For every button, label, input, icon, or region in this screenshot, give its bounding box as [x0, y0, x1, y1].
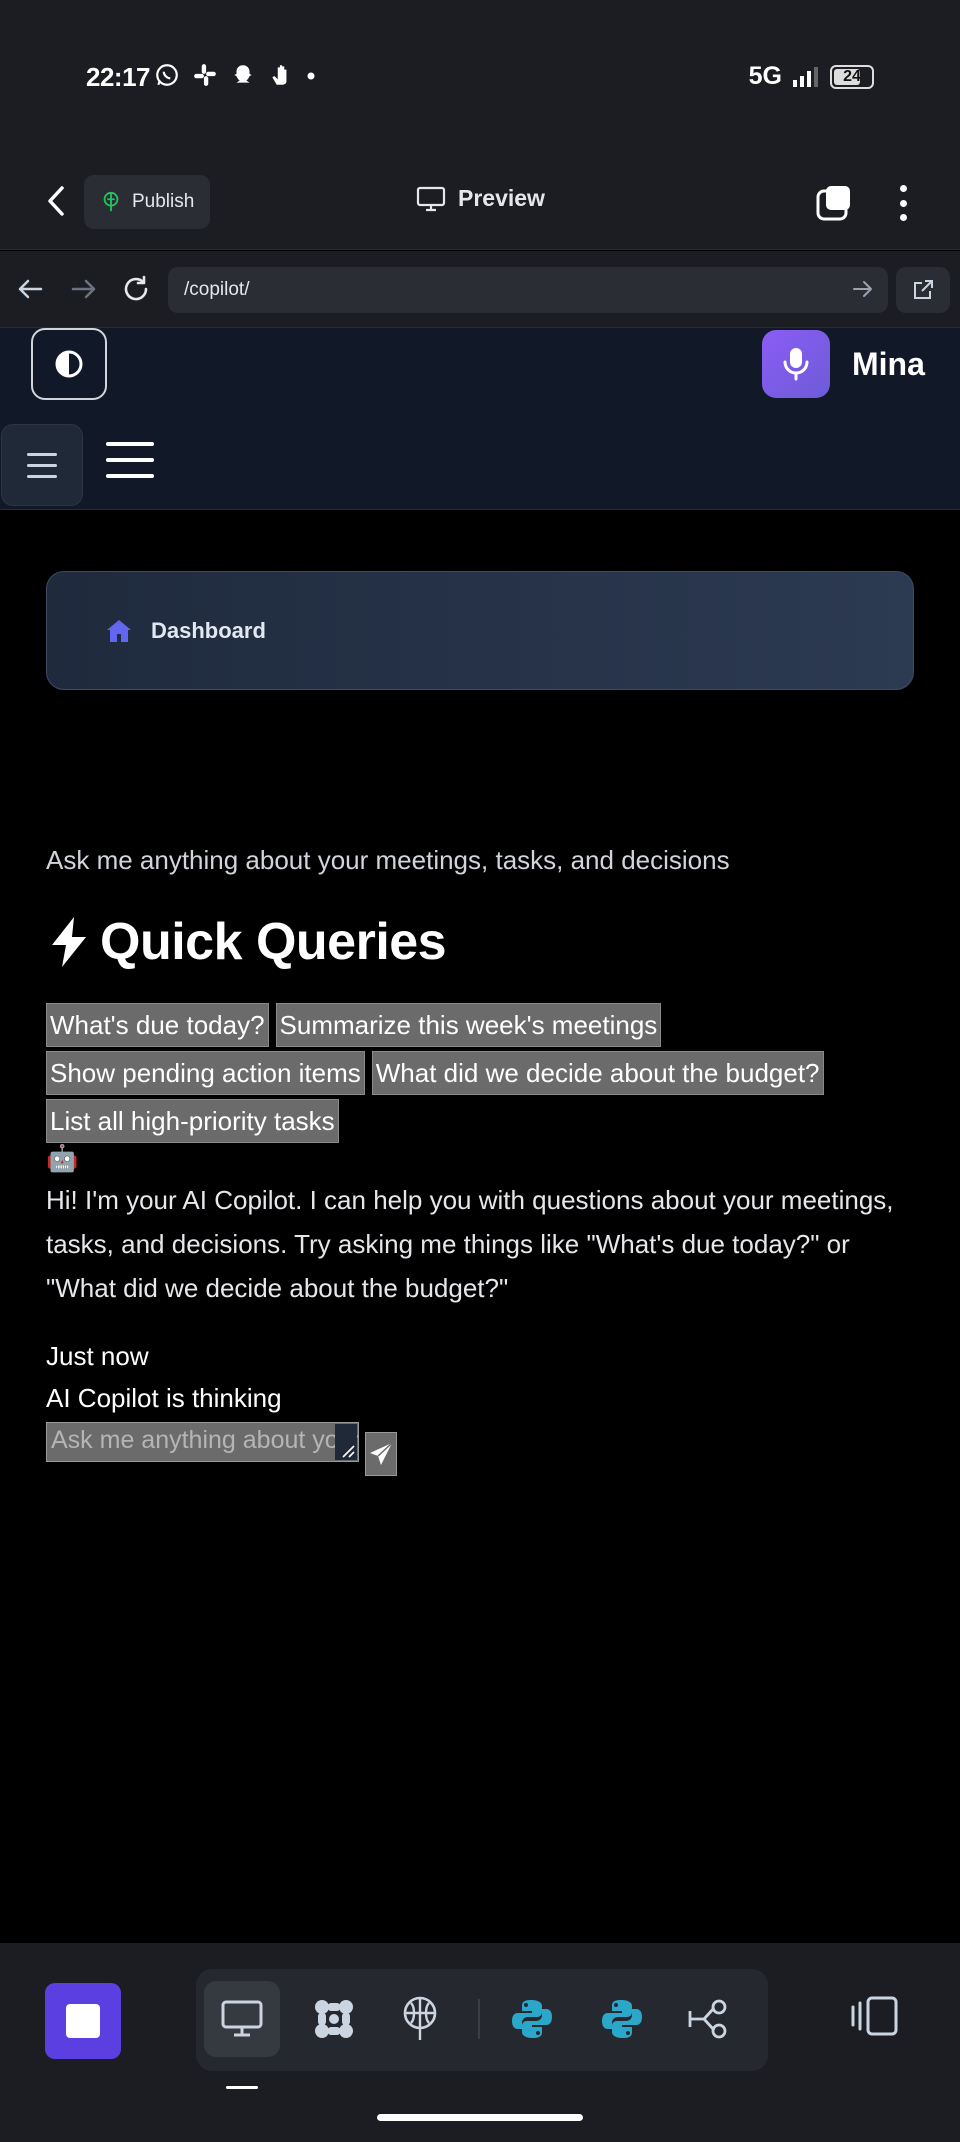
- dashboard-label: Dashboard: [151, 617, 266, 643]
- battery-level: 24: [843, 67, 861, 85]
- bot-avatar-icon: 🤖: [46, 1143, 79, 1173]
- notification-icons: [154, 62, 316, 88]
- open-external-button[interactable]: [896, 267, 950, 313]
- desktop-view-button[interactable]: [204, 1981, 280, 2057]
- app-bar: Publish Preview: [0, 155, 960, 250]
- publish-icon: [403, 1996, 437, 2040]
- monitor-icon: [416, 186, 446, 211]
- resize-handle-icon[interactable]: [335, 1424, 357, 1460]
- publish-icon: [103, 191, 119, 212]
- reload-button[interactable]: [120, 273, 152, 305]
- slack-icon: [194, 64, 216, 86]
- theme-toggle-button[interactable]: [31, 328, 107, 400]
- go-arrow-icon[interactable]: [852, 279, 874, 299]
- quick-queries-title: Quick Queries: [100, 913, 447, 971]
- publish-label: Publish: [132, 191, 195, 212]
- bottom-toolbar: [0, 1943, 960, 2142]
- home-indicator[interactable]: [377, 2114, 583, 2121]
- status-time: 22:17: [86, 62, 151, 92]
- site-header: Mina: [0, 328, 960, 510]
- page-subtitle: Ask me anything about your meetings, tas…: [46, 845, 730, 875]
- chat-input[interactable]: [46, 1422, 359, 1462]
- hamburger-menu-icon[interactable]: [106, 442, 154, 478]
- thinking-indicator: AI Copilot is thinking: [46, 1383, 282, 1413]
- share-nodes-icon: [688, 1999, 727, 2039]
- monitor-icon: [221, 2000, 263, 2037]
- status-right: 5G 24: [749, 62, 874, 91]
- split-view-button[interactable]: [850, 1995, 900, 2042]
- url-field[interactable]: /copilot/: [168, 267, 888, 313]
- quick-query-chip[interactable]: List all high-priority tasks: [46, 1099, 339, 1143]
- hand-icon: [272, 65, 287, 85]
- quick-query-chip[interactable]: Show pending action items: [46, 1051, 365, 1095]
- send-button[interactable]: [365, 1432, 397, 1476]
- nav-back-button[interactable]: [14, 273, 46, 305]
- preview-button[interactable]: Preview: [416, 185, 545, 212]
- connections-button[interactable]: [672, 1981, 748, 2057]
- quick-queries-list: What's due today? Summarize this week's …: [46, 1003, 926, 1147]
- sidebar-toggle-button[interactable]: [1, 424, 83, 506]
- active-tool-indicator: [226, 2086, 258, 2089]
- toolbar-divider: [478, 1999, 480, 2039]
- network-label: 5G: [748, 62, 782, 90]
- tabs-icon: [816, 186, 850, 221]
- battery-icon: 24: [830, 64, 874, 89]
- python-icon: [512, 2000, 552, 2038]
- user-name: Mina: [852, 346, 925, 382]
- publish-button[interactable]: Publish: [84, 175, 211, 229]
- python-tool-button-2[interactable]: [584, 1981, 660, 2057]
- deploy-button[interactable]: [382, 1981, 458, 2057]
- preview-label: Preview: [458, 185, 545, 211]
- bot-welcome-message: Hi! I'm your AI Copilot. I can help you …: [46, 1185, 894, 1303]
- microphone-icon: [783, 348, 809, 381]
- more-options-button[interactable]: [888, 181, 918, 225]
- quick-queries-heading: Quick Queries: [46, 912, 447, 972]
- grid-apps-icon: [315, 2000, 353, 2038]
- tabs-button[interactable]: [814, 183, 854, 223]
- stop-button[interactable]: [45, 1983, 121, 2059]
- quick-query-chip[interactable]: What's due today?: [46, 1003, 269, 1047]
- split-view-icon: [851, 1996, 898, 2036]
- python-tool-button[interactable]: [494, 1981, 570, 2057]
- quick-query-chip[interactable]: What did we decide about the budget?: [371, 1051, 824, 1095]
- arrow-left-icon: [18, 279, 43, 299]
- arrow-right-icon: [71, 279, 96, 299]
- snapchat-icon: [234, 65, 252, 83]
- home-icon: [107, 619, 131, 642]
- apps-button[interactable]: [296, 1981, 372, 2057]
- dashboard-link[interactable]: Dashboard: [46, 571, 914, 690]
- back-button[interactable]: [36, 181, 76, 221]
- message-timestamp: Just now: [46, 1341, 149, 1371]
- send-icon: [370, 1442, 393, 1465]
- status-bar: 22:17 5G 24: [0, 0, 960, 155]
- reload-icon: [124, 275, 148, 301]
- whatsapp-icon: [156, 64, 178, 86]
- quick-query-chip[interactable]: Summarize this week's meetings: [275, 1003, 662, 1047]
- url-text: /copilot/: [184, 279, 250, 300]
- url-bar: /copilot/: [0, 251, 960, 328]
- external-link-icon: [914, 280, 933, 299]
- python-icon: [602, 2000, 642, 2038]
- lightning-icon: [52, 917, 86, 967]
- voice-button[interactable]: [762, 330, 830, 398]
- signal-icon: [793, 66, 818, 87]
- dot-icon: [307, 72, 315, 80]
- contrast-icon: [55, 350, 83, 378]
- chevron-left-icon: [48, 186, 64, 216]
- tool-group: [196, 1969, 768, 2071]
- nav-forward-button[interactable]: [68, 273, 100, 305]
